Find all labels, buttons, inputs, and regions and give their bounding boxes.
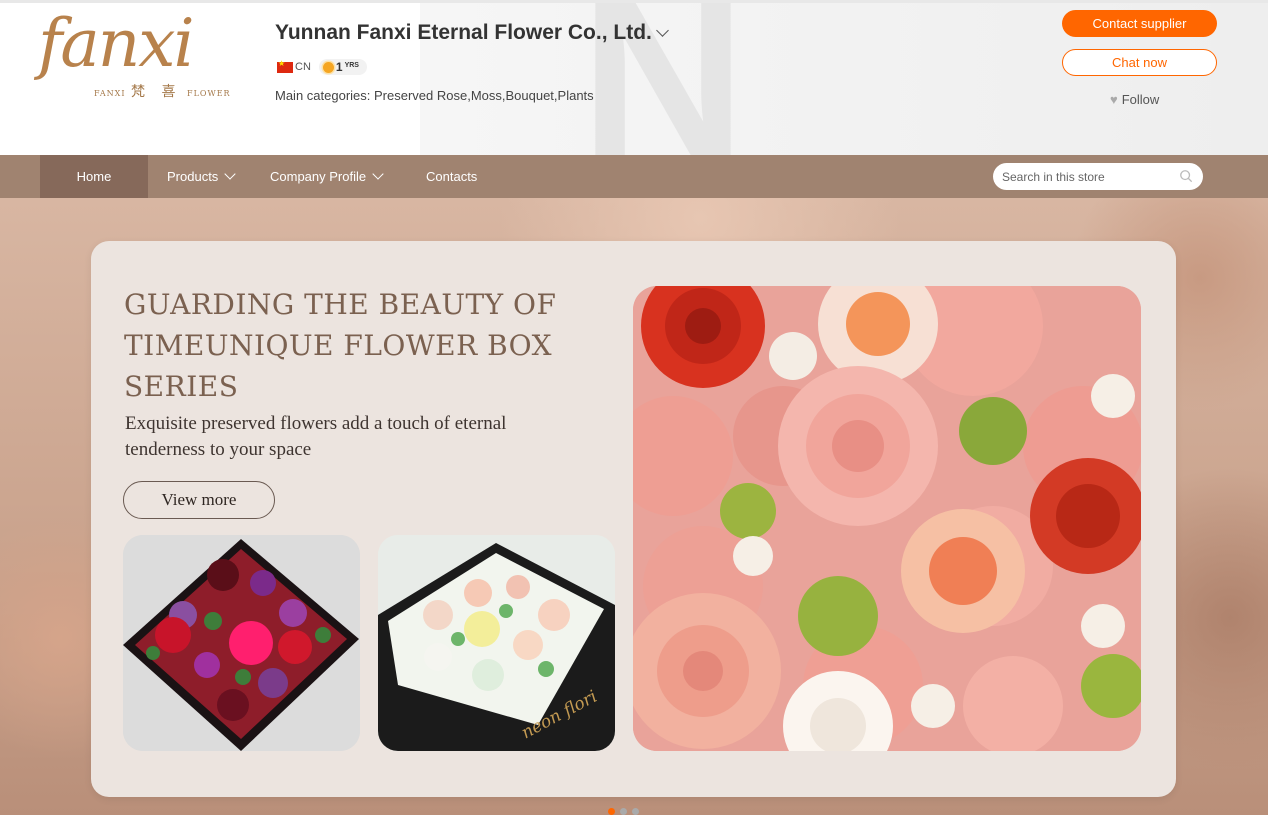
carousel-dot-2[interactable] xyxy=(620,808,627,815)
hero-title: GUARDING THE BEAUTY OF TIMEUNIQUE FLOWER… xyxy=(124,288,557,403)
flower-box-thumbnail-pastel[interactable]: neon flori xyxy=(378,535,615,751)
hero-subtitle: Exquisite preserved flowers add a touch … xyxy=(125,413,507,460)
flower-box-thumbnail-red[interactable] xyxy=(123,535,360,751)
nav-contacts-label: Contacts xyxy=(426,169,478,184)
store-nav-bar: Home Products Company Profile Contacts xyxy=(0,155,1268,198)
gold-supplier-icon xyxy=(322,61,334,73)
years-number: 1 xyxy=(335,60,343,74)
nav-home-label: Home xyxy=(76,169,112,184)
nav-products[interactable]: Products xyxy=(167,155,236,198)
chevron-down-icon xyxy=(372,168,384,180)
carousel-dot-3[interactable] xyxy=(632,808,639,815)
store-logo[interactable]: fanxi FANXI 梵 喜 FLOWER xyxy=(38,11,243,106)
supplier-badges: CN 1 YRS xyxy=(277,59,367,75)
chat-now-button[interactable]: Chat now xyxy=(1062,49,1217,76)
nav-contacts[interactable]: Contacts xyxy=(426,155,477,198)
nav-company-profile[interactable]: Company Profile xyxy=(270,155,384,198)
store-header: N fanxi FANXI 梵 喜 FLOWER Yunnan Fanxi Et… xyxy=(0,0,1268,155)
heart-icon: ♥ xyxy=(1110,92,1118,107)
hero-banner: GUARDING THE BEAUTY OF TIMEUNIQUE FLOWER… xyxy=(0,198,1268,815)
logo-wordmark: fanxi xyxy=(38,5,195,82)
search-icon[interactable] xyxy=(1179,169,1193,183)
flower-box-main-image[interactable] xyxy=(633,286,1141,751)
nav-products-label: Products xyxy=(167,169,219,184)
logo-sub-left: FANXI xyxy=(94,89,126,98)
years-label: YRS xyxy=(344,61,359,69)
follow-button[interactable]: ♥ Follow xyxy=(1110,92,1159,107)
carousel-dot-1[interactable] xyxy=(608,808,615,815)
contact-supplier-button[interactable]: Contact supplier xyxy=(1062,10,1217,37)
logo-sub-right: FLOWER xyxy=(187,89,231,98)
logo-sub-chinese: 梵 喜 xyxy=(131,84,182,100)
main-categories: Main categories: Preserved Rose,Moss,Bou… xyxy=(275,88,594,103)
follow-label: Follow xyxy=(1121,92,1160,107)
chevron-down-icon xyxy=(224,168,236,180)
preserved-flowers-image xyxy=(633,286,1141,751)
logo-subline: FANXI 梵 喜 FLOWER xyxy=(94,81,231,101)
company-name[interactable]: Yunnan Fanxi Eternal Flower Co., Ltd. xyxy=(275,21,669,45)
nav-company-profile-label: Company Profile xyxy=(270,169,367,184)
carousel-indicators xyxy=(608,808,639,815)
pastel-flower-box-image xyxy=(378,535,615,751)
nav-home[interactable]: Home xyxy=(40,155,148,198)
years-badge: 1 YRS xyxy=(318,59,367,75)
store-search-input[interactable] xyxy=(1002,169,1172,184)
store-search[interactable] xyxy=(993,163,1203,190)
red-flower-box-image xyxy=(123,535,360,751)
hero-card: GUARDING THE BEAUTY OF TIMEUNIQUE FLOWER… xyxy=(91,241,1176,797)
country-badge: CN xyxy=(277,59,311,73)
view-more-button[interactable]: View more xyxy=(123,481,275,519)
chevron-down-icon[interactable] xyxy=(656,23,669,37)
china-flag-icon xyxy=(277,59,293,73)
company-name-text: Yunnan Fanxi Eternal Flower Co., Ltd. xyxy=(275,21,652,44)
country-code: CN xyxy=(295,61,311,73)
